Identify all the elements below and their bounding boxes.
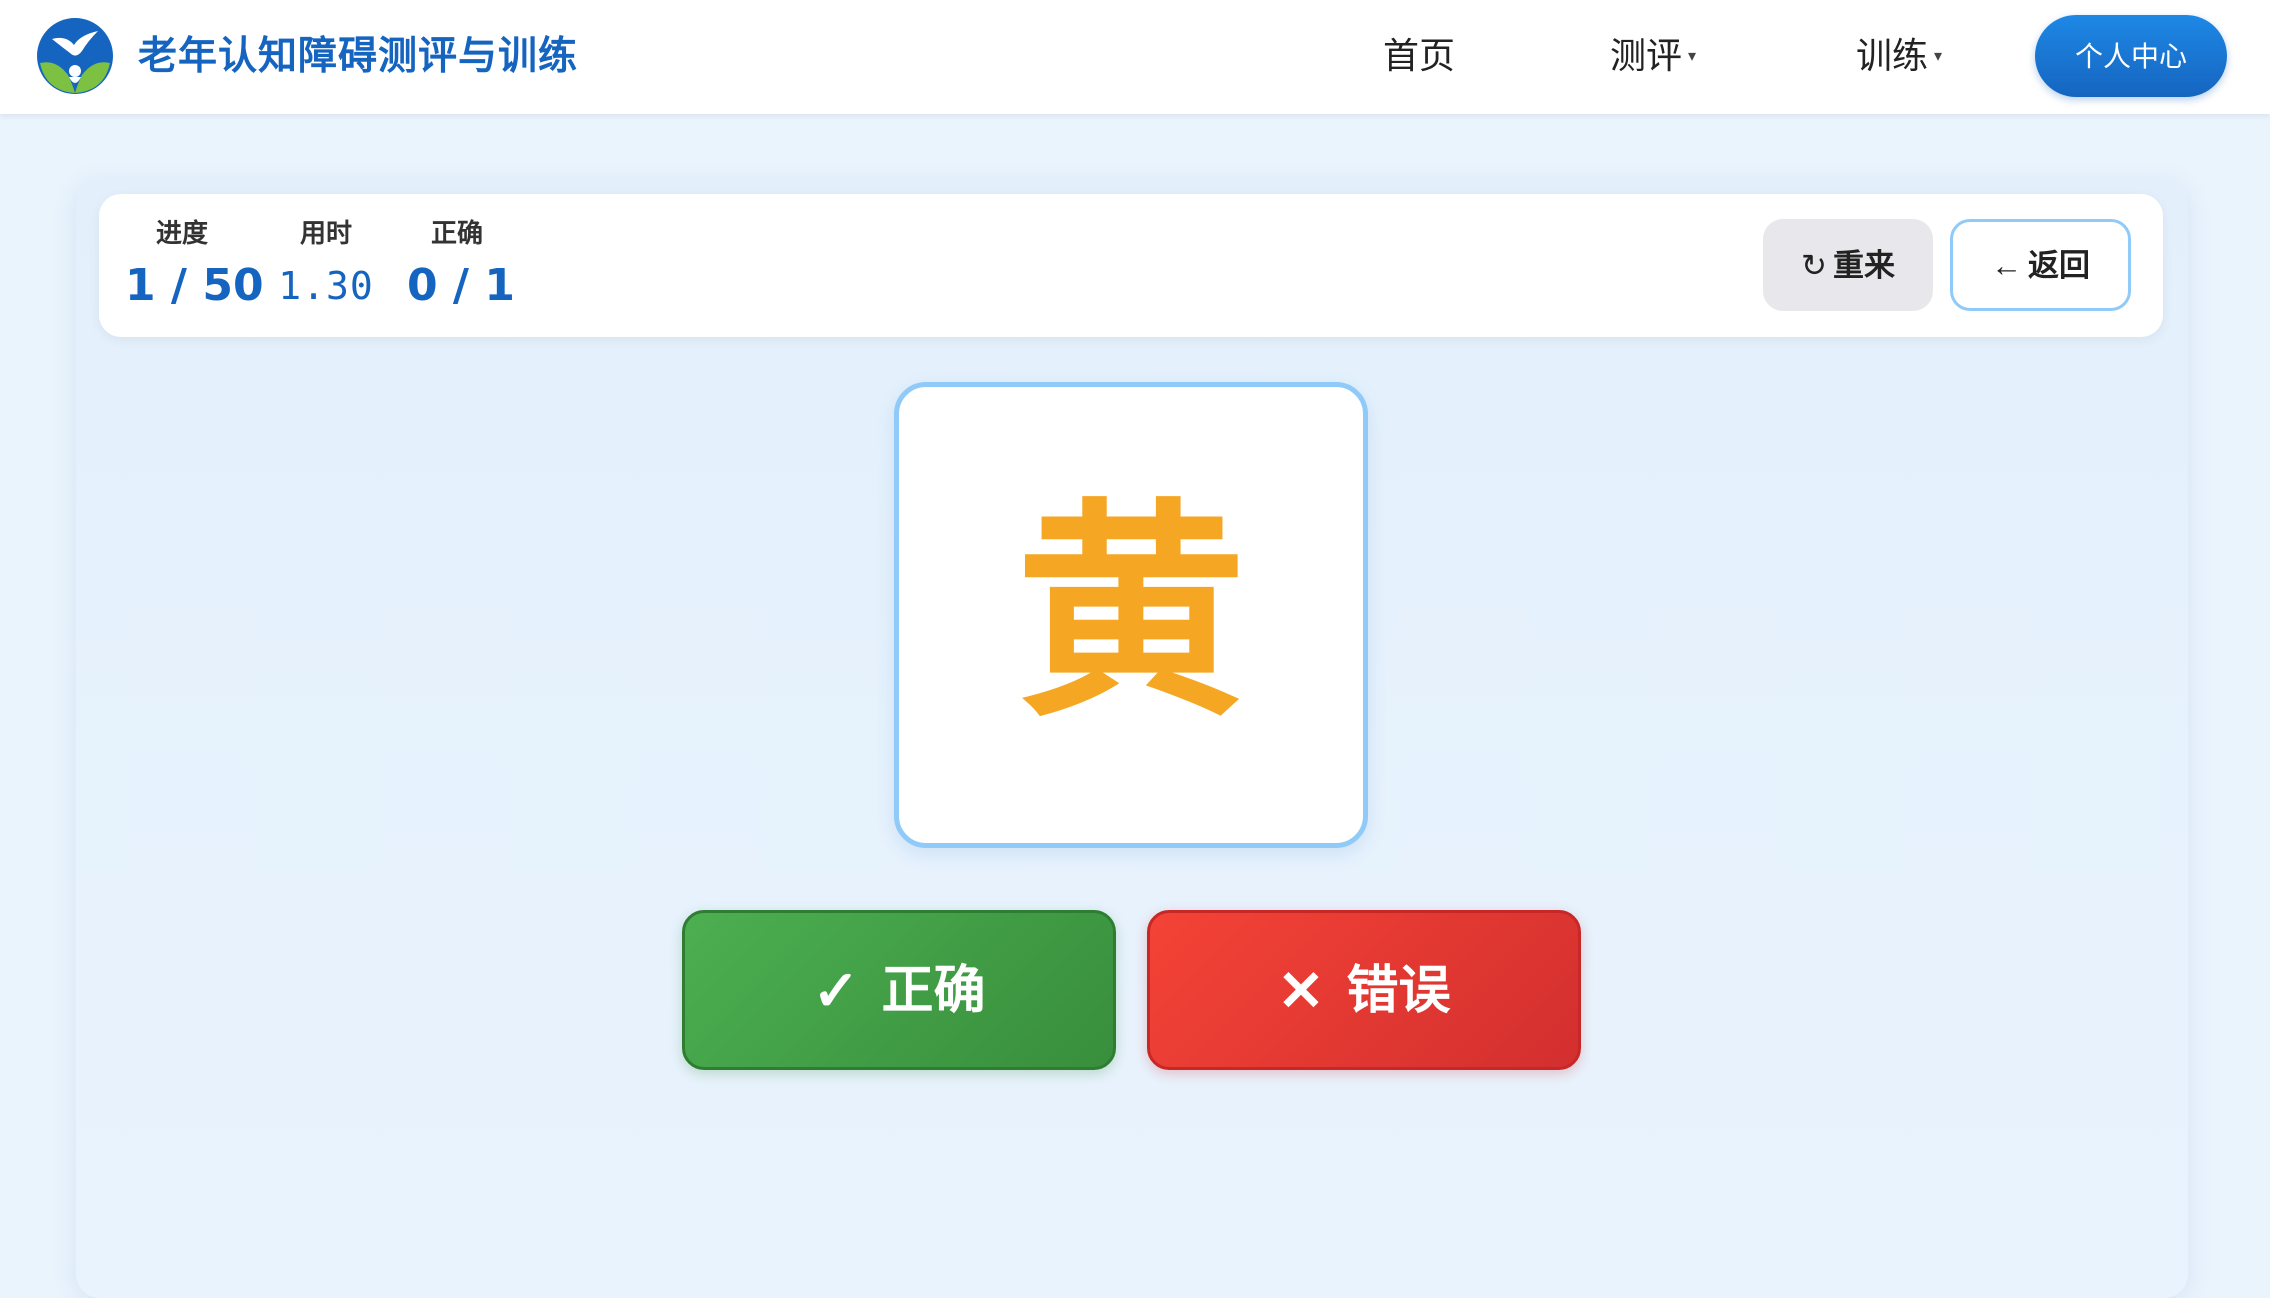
time-value: 1.30 [278, 264, 374, 308]
nav-train-label: 训练 [1856, 36, 1929, 77]
nav-home-label: 首页 [1383, 36, 1456, 77]
caret-down-icon: ▾ [1688, 46, 1697, 65]
top-navbar: 老年认知障碍测评与训练 首页 测评 ▾ 训练 ▾ 个人中心 [0, 0, 2270, 114]
profile-center-button[interactable]: 个人中心 [2035, 15, 2227, 97]
answer-correct-button[interactable]: ✓ 正确 [682, 910, 1116, 1070]
dove-hands-logo-icon[interactable] [36, 17, 114, 95]
restart-label: 重来 [1832, 248, 1895, 283]
nav-home[interactable]: 首页 [1383, 29, 1455, 85]
status-bar: 进度 1 / 50 用时 1.30 正确 0 / 1 ↻ 重来 ← 返回 [99, 194, 2163, 337]
answer-wrong-label: 错误 [1346, 962, 1451, 1020]
progress-label: 进度 [155, 219, 208, 249]
site-title[interactable]: 老年认知障碍测评与训练 [138, 29, 578, 85]
caret-down-icon: ▾ [1934, 46, 1943, 65]
arrow-left-icon: ← [1991, 248, 2022, 283]
answer-correct-label: 正确 [881, 962, 986, 1020]
check-icon: ✓ [812, 959, 860, 1022]
refresh-icon: ↻ [1801, 248, 1827, 283]
stroop-word-card: 黄 [894, 382, 1368, 848]
stroop-character: 黄 [1015, 481, 1246, 748]
close-icon: ✕ [1277, 959, 1325, 1022]
back-button[interactable]: ← 返回 [1950, 219, 2131, 311]
nav-assess-dropdown[interactable]: 测评 ▾ [1610, 29, 1696, 85]
time-stat: 用时 1.30 [269, 216, 383, 314]
nav-train-dropdown[interactable]: 训练 ▾ [1856, 29, 1942, 85]
progress-stat: 进度 1 / 50 [125, 216, 264, 314]
time-label: 用时 [299, 219, 352, 249]
correct-label: 正确 [430, 219, 483, 249]
progress-value: 1 / 50 [125, 260, 264, 311]
restart-button[interactable]: ↻ 重来 [1763, 219, 1933, 311]
answer-wrong-button[interactable]: ✕ 错误 [1147, 910, 1581, 1070]
back-label: 返回 [2028, 248, 2090, 283]
correct-stat: 正确 0 / 1 [407, 216, 515, 314]
correct-value: 0 / 1 [407, 260, 515, 311]
nav-assess-label: 测评 [1610, 36, 1683, 77]
